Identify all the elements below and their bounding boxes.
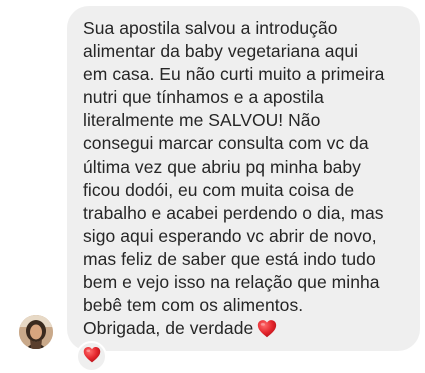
red-heart-icon [257, 319, 277, 344]
message-body: Sua apostila salvou a introdução aliment… [83, 18, 385, 339]
heart-reaction[interactable] [76, 341, 107, 372]
message-bubble[interactable]: Sua apostila salvou a introdução aliment… [67, 6, 420, 351]
sender-avatar[interactable] [19, 315, 53, 349]
reaction-heart-icon [83, 346, 101, 368]
profile-photo-icon [19, 315, 53, 349]
message-text: Sua apostila salvou a introdução aliment… [83, 17, 418, 344]
